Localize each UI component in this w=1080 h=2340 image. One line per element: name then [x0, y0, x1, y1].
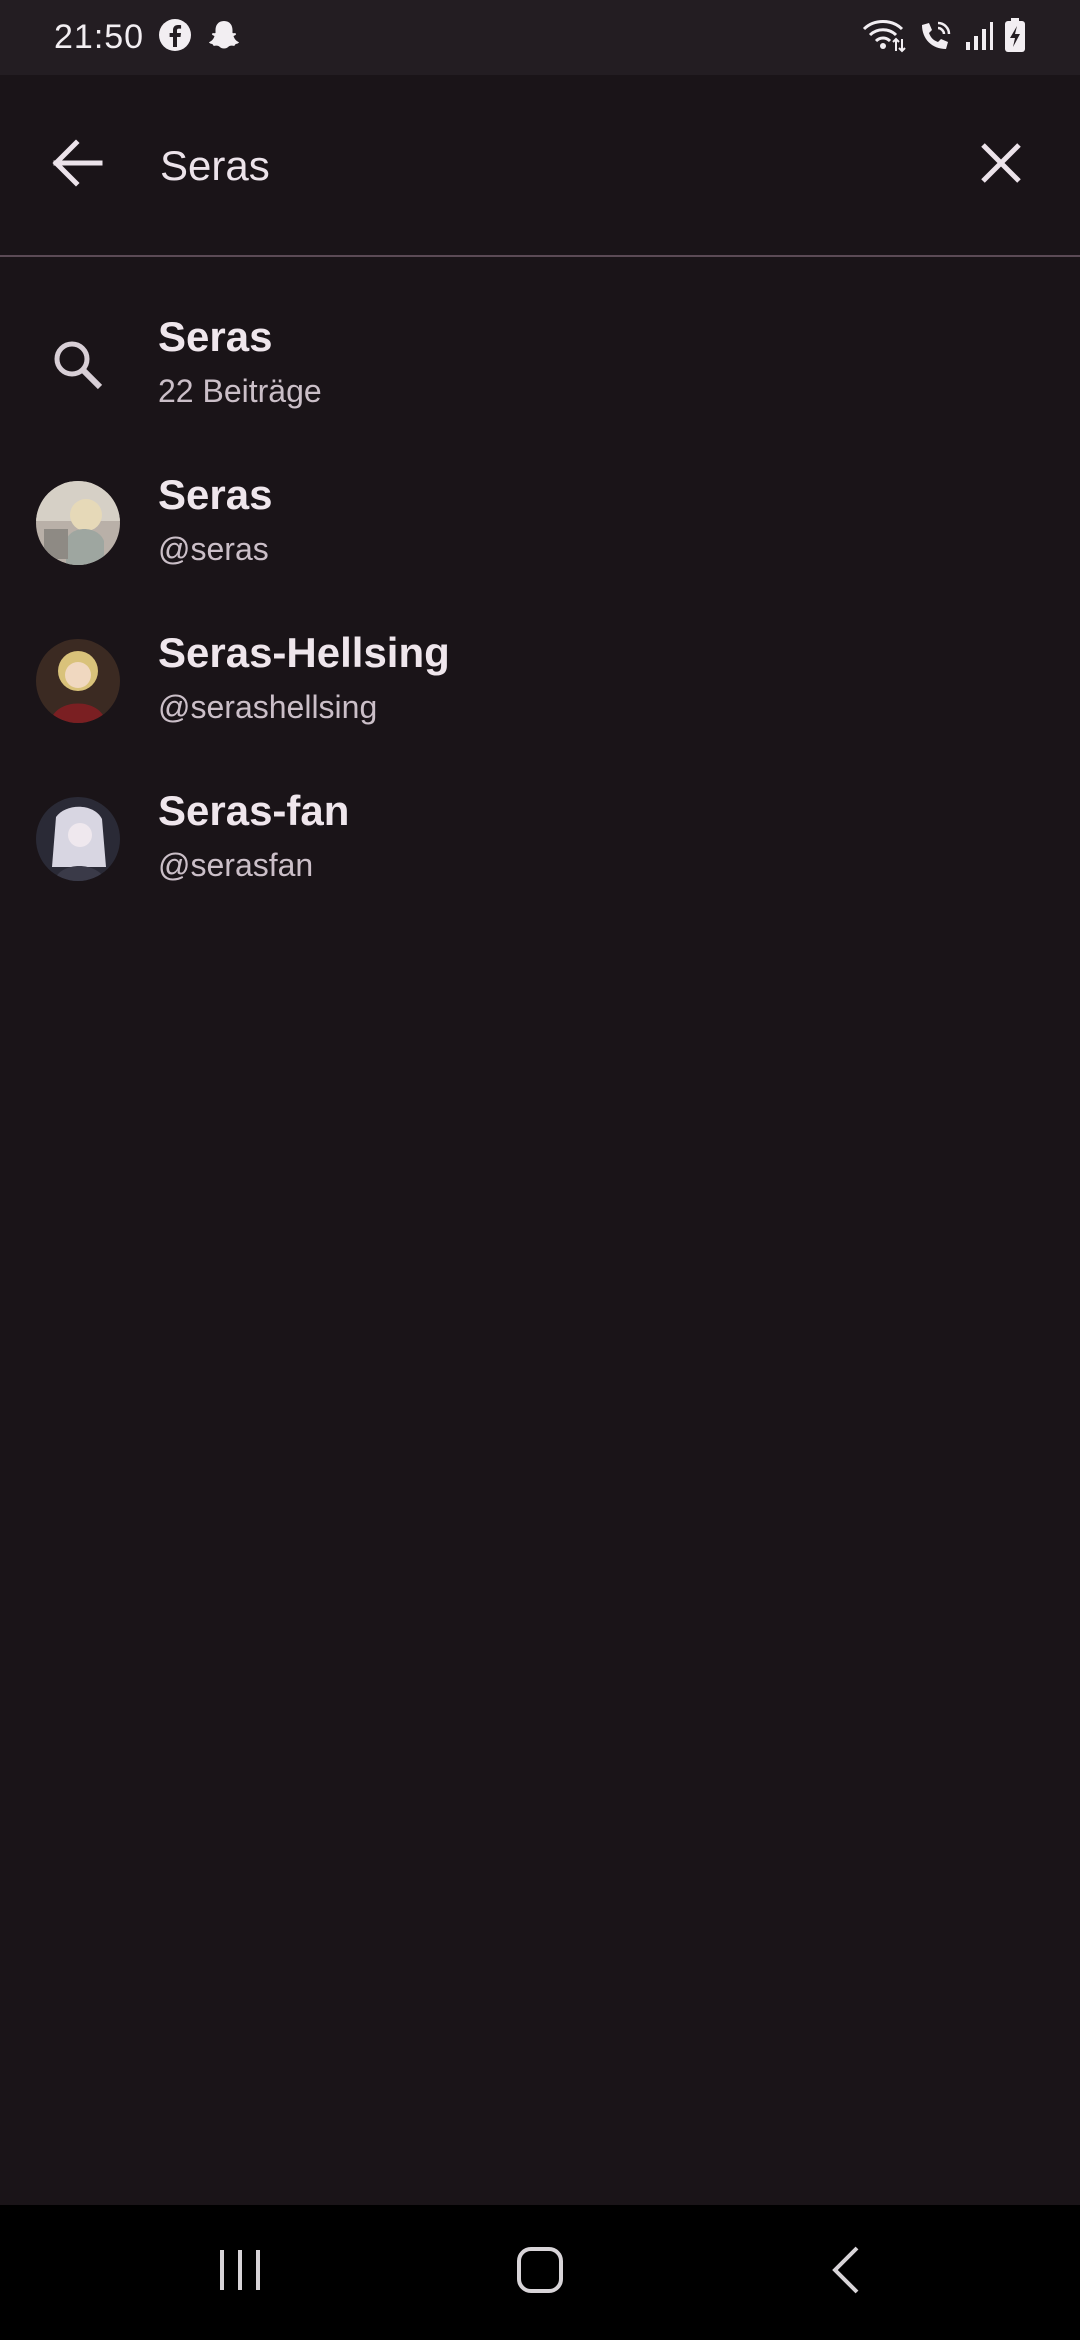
home-button[interactable]: [480, 2227, 600, 2317]
result-user-seras[interactable]: Seras @seras: [0, 443, 1080, 601]
signal-icon: [964, 18, 994, 57]
search-bar: [0, 75, 1080, 255]
result-title: Seras: [158, 471, 273, 518]
result-title: Seras: [158, 313, 273, 360]
status-right: [862, 17, 1026, 58]
status-time: 21:50: [54, 18, 145, 56]
result-user-serashellsing[interactable]: Seras-Hellsing @serashellsing: [0, 601, 1080, 759]
search-icon: [36, 323, 120, 407]
search-results-list: Seras 22 Beiträge Seras @seras Seras-Hel…: [0, 285, 1080, 917]
result-subtitle: 22 Beiträge: [158, 373, 322, 409]
arrow-left-icon: [52, 137, 104, 194]
avatar: [36, 797, 120, 881]
status-left: 21:50: [54, 18, 242, 57]
avatar: [36, 481, 120, 565]
result-query-seras[interactable]: Seras 22 Beiträge: [0, 285, 1080, 443]
search-divider: [0, 255, 1080, 257]
result-lead: [36, 481, 120, 565]
clear-search-button[interactable]: [953, 117, 1049, 213]
result-title: Seras-fan: [158, 787, 350, 834]
result-title: Seras-Hellsing: [158, 629, 450, 676]
result-lead: [36, 639, 120, 723]
avatar: [36, 639, 120, 723]
wifi-call-icon: [916, 17, 954, 58]
search-input[interactable]: [158, 125, 922, 207]
back-chevron-icon: [827, 2244, 863, 2301]
result-user-serasfan[interactable]: Seras-fan @serasfan: [0, 759, 1080, 917]
home-icon: [515, 2245, 565, 2300]
result-lead: [36, 797, 120, 881]
battery-charging-icon: [1004, 17, 1026, 58]
recent-apps-icon: [216, 2248, 264, 2297]
wifi-icon: [862, 17, 906, 58]
system-nav-bar: [0, 2205, 1080, 2340]
status-bar: 21:50: [0, 0, 1080, 75]
result-subtitle: @seras: [158, 531, 269, 567]
back-button[interactable]: [30, 117, 126, 213]
system-back-button[interactable]: [785, 2227, 905, 2317]
recent-apps-button[interactable]: [180, 2227, 300, 2317]
result-subtitle: @serasfan: [158, 847, 314, 883]
close-icon: [979, 141, 1023, 190]
snapchat-icon: [206, 18, 242, 57]
result-subtitle: @serashellsing: [158, 689, 378, 725]
facebook-icon: [158, 18, 192, 57]
